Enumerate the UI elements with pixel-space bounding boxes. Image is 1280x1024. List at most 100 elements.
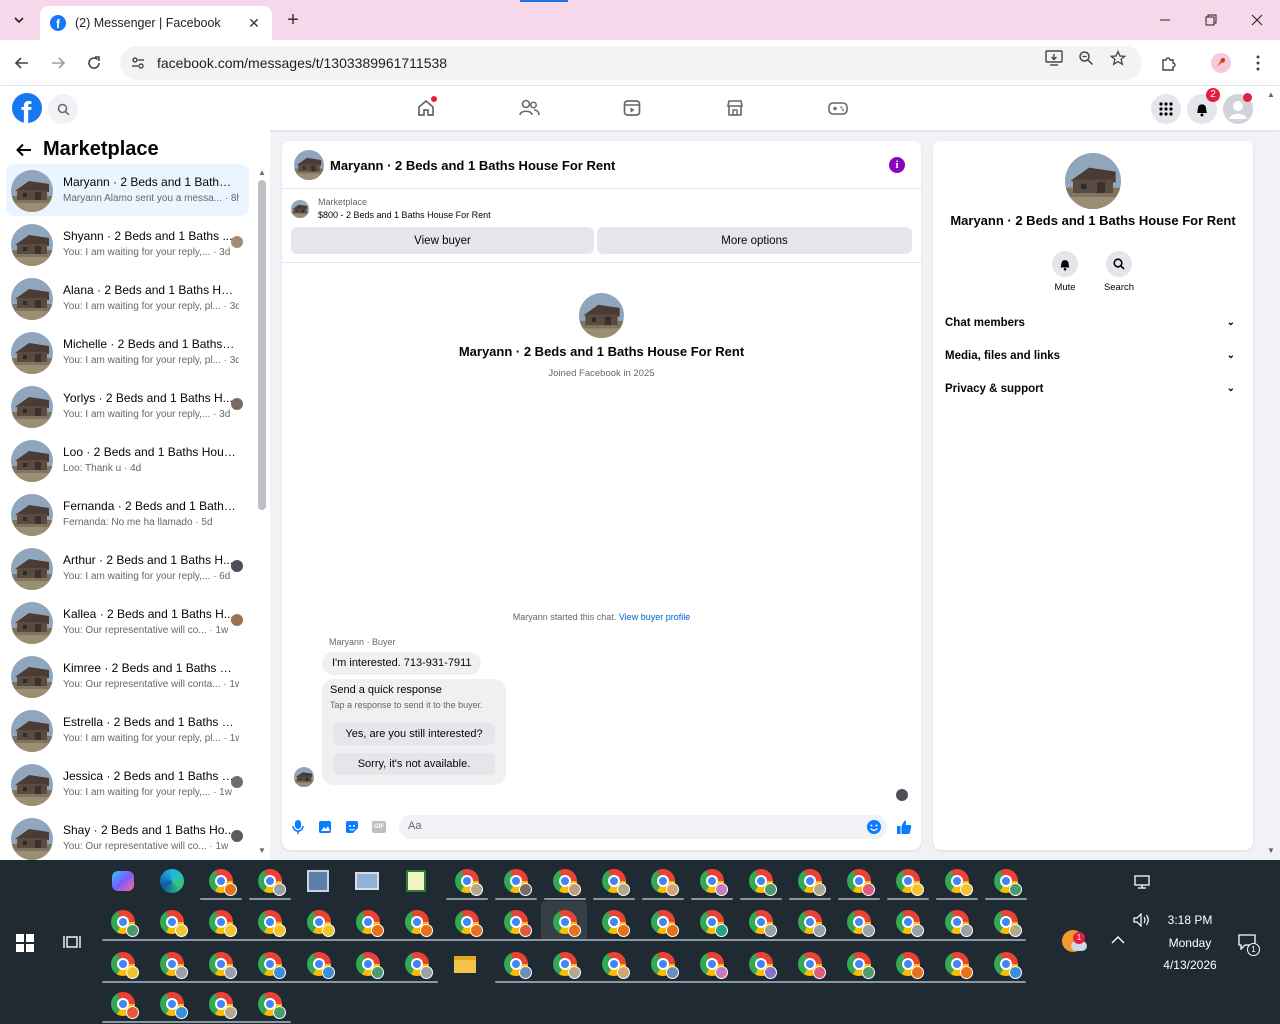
computer-app-icon[interactable] — [351, 865, 383, 897]
chrome-profile-icon[interactable] — [451, 906, 483, 938]
conversation-item[interactable]: Shay · 2 Beds and 1 Baths Ho... You: Our… — [6, 812, 249, 860]
chrome-profile-icon[interactable] — [745, 865, 777, 897]
chrome-profile-icon[interactable] — [990, 906, 1022, 938]
more-options-button[interactable]: More options — [597, 227, 912, 254]
copilot-icon[interactable] — [107, 865, 139, 897]
chrome-profile-icon[interactable] — [647, 865, 679, 897]
install-app-icon[interactable] — [1044, 48, 1064, 68]
chrome-profile-icon[interactable] — [500, 865, 532, 897]
conversation-item[interactable]: Michelle · 2 Beds and 1 Baths H... You: … — [6, 326, 249, 378]
conversation-item[interactable]: Loo · 2 Beds and 1 Baths House ... Loo: … — [6, 434, 249, 486]
task-view-icon[interactable] — [62, 932, 82, 952]
clock-time[interactable]: 3:18 PM — [1155, 913, 1225, 927]
conversation-item[interactable]: Kallea · 2 Beds and 1 Baths H... You: Ou… — [6, 596, 249, 648]
microphone-icon[interactable] — [289, 818, 307, 836]
chrome-profile-icon[interactable] — [500, 906, 532, 938]
friends-icon[interactable] — [517, 96, 541, 120]
chrome-profile-icon[interactable] — [451, 865, 483, 897]
chrome-profile-icon[interactable] — [843, 948, 875, 980]
contacts-app-icon[interactable] — [302, 865, 334, 897]
chat-title[interactable]: Maryann · 2 Beds and 1 Baths House For R… — [330, 158, 615, 173]
chrome-profile-icon[interactable] — [401, 948, 433, 980]
message-input[interactable]: Aa — [399, 815, 887, 839]
address-bar[interactable]: facebook.com/messages/t/1303389961711538 — [120, 46, 1142, 80]
view-buyer-profile-link[interactable]: View buyer profile — [619, 612, 690, 622]
chrome-profile-icon[interactable] — [696, 948, 728, 980]
quick-reply-no-button[interactable]: Sorry, it's not available. — [333, 753, 495, 775]
chrome-profile-icon[interactable] — [254, 906, 286, 938]
zoom-icon[interactable] — [1076, 48, 1096, 68]
extensions-puzzle-icon[interactable] — [1157, 51, 1181, 75]
conversation-item[interactable]: Fernanda · 2 Beds and 1 Baths ... Fernan… — [6, 488, 249, 540]
chrome-profile-icon[interactable] — [303, 948, 335, 980]
conversation-item[interactable]: Maryann · 2 Beds and 1 Baths H... Maryan… — [6, 164, 249, 216]
show-hidden-icons-chevron-icon[interactable] — [1111, 935, 1125, 945]
chrome-profile-icon[interactable] — [205, 948, 237, 980]
conversation-item[interactable]: Jessica · 2 Beds and 1 Baths H... You: I… — [6, 758, 249, 810]
sticker-icon[interactable] — [343, 818, 361, 836]
chrome-profile-icon[interactable] — [156, 948, 188, 980]
chrome-profile-icon[interactable] — [941, 906, 973, 938]
chrome-profile-icon[interactable] — [401, 906, 433, 938]
chrome-profile-icon[interactable] — [156, 906, 188, 938]
conversation-list-scrollbar[interactable] — [258, 180, 266, 510]
list-scroll-up-arrow[interactable]: ▲ — [258, 168, 266, 177]
thumbs-up-icon[interactable] — [895, 818, 913, 836]
marketplace-icon[interactable] — [723, 96, 747, 120]
chrome-profile-icon[interactable] — [107, 906, 139, 938]
new-tab-button[interactable]: + — [282, 9, 304, 31]
chrome-profile-icon[interactable] — [892, 865, 924, 897]
restore-button[interactable] — [1188, 0, 1234, 40]
minimize-button[interactable] — [1142, 0, 1188, 40]
conversation-item[interactable]: Arthur · 2 Beds and 1 Baths H... You: I … — [6, 542, 249, 594]
page-scroll-down-arrow[interactable]: ▼ — [1267, 846, 1275, 855]
chrome-profile-icon[interactable] — [598, 948, 630, 980]
edge-browser-icon[interactable] — [156, 865, 188, 897]
gaming-icon[interactable] — [826, 96, 850, 120]
tab-search-chevron-icon[interactable] — [8, 9, 30, 31]
chrome-profile-icon[interactable] — [990, 865, 1022, 897]
windows-start-icon[interactable] — [16, 934, 34, 952]
volume-icon[interactable] — [1133, 913, 1151, 927]
page-scroll-up-arrow[interactable]: ▲ — [1267, 90, 1275, 99]
chrome-profile-icon[interactable] — [254, 988, 286, 1020]
chrome-profile-icon[interactable] — [941, 948, 973, 980]
conversation-item[interactable]: Shyann · 2 Beds and 1 Baths ... You: I a… — [6, 218, 249, 270]
reload-icon[interactable] — [81, 50, 107, 76]
browser-tab[interactable]: f (2) Messenger | Facebook ✕ — [40, 6, 272, 40]
profile-avatar-icon[interactable] — [1209, 51, 1233, 75]
chrome-profile-icon[interactable] — [254, 865, 286, 897]
chrome-profile-icon[interactable] — [303, 906, 335, 938]
chrome-profile-icon[interactable] — [352, 948, 384, 980]
chat-members-section[interactable]: Chat members ⌄ — [945, 317, 1241, 339]
chrome-profile-icon[interactable] — [647, 948, 679, 980]
chrome-profile-icon[interactable] — [990, 948, 1022, 980]
details-avatar[interactable] — [1065, 153, 1121, 209]
chrome-profile-icon[interactable] — [647, 906, 679, 938]
listing-price-title[interactable]: $800 - 2 Beds and 1 Baths House For Rent — [318, 210, 491, 220]
chrome-profile-icon[interactable] — [843, 865, 875, 897]
info-icon[interactable]: i — [889, 157, 905, 173]
chrome-profile-icon[interactable] — [794, 865, 826, 897]
chrome-profile-icon[interactable] — [843, 906, 875, 938]
facebook-search-icon[interactable] — [48, 94, 78, 124]
forward-arrow-icon[interactable] — [45, 50, 71, 76]
conversation-item[interactable]: Yorlys · 2 Beds and 1 Baths H... You: I … — [6, 380, 249, 432]
tab-close-icon[interactable]: ✕ — [246, 15, 262, 31]
chrome-profile-icon[interactable] — [107, 988, 139, 1020]
chrome-profile-icon[interactable] — [598, 865, 630, 897]
chrome-profile-icon[interactable] — [352, 906, 384, 938]
mute-button[interactable]: Mute — [1040, 251, 1090, 293]
facebook-logo-icon[interactable]: f — [12, 93, 42, 123]
sender-avatar[interactable] — [294, 767, 314, 787]
chrome-profile-icon[interactable] — [500, 948, 532, 980]
chrome-profile-icon[interactable] — [794, 906, 826, 938]
bookmark-star-icon[interactable] — [1108, 48, 1128, 68]
chrome-profile-icon[interactable] — [696, 906, 728, 938]
chrome-profile-icon[interactable] — [254, 948, 286, 980]
conversation-item[interactable]: Alana · 2 Beds and 1 Baths Hou... You: I… — [6, 272, 249, 324]
video-icon[interactable] — [620, 96, 644, 120]
chrome-profile-icon[interactable] — [598, 906, 630, 938]
chat-avatar[interactable] — [294, 150, 324, 180]
chrome-profile-icon[interactable] — [205, 865, 237, 897]
